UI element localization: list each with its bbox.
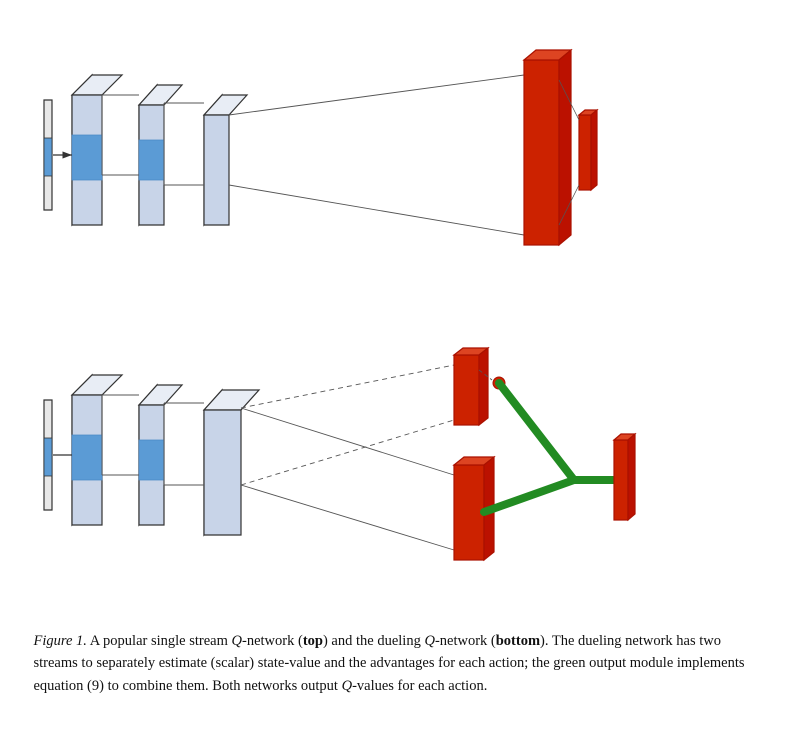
page: Figure 1. A popular single stream Q-netw… xyxy=(0,0,787,732)
caption-text: A popular single stream Q-network (top) … xyxy=(34,633,745,694)
figure-caption: Figure 1. A popular single stream Q-netw… xyxy=(34,630,754,697)
top-network-diagram xyxy=(34,20,754,310)
figure-label: Figure 1. xyxy=(34,633,87,649)
diagram-area: Figure 1. A popular single stream Q-netw… xyxy=(30,20,757,712)
bottom-network-diagram xyxy=(34,320,754,620)
